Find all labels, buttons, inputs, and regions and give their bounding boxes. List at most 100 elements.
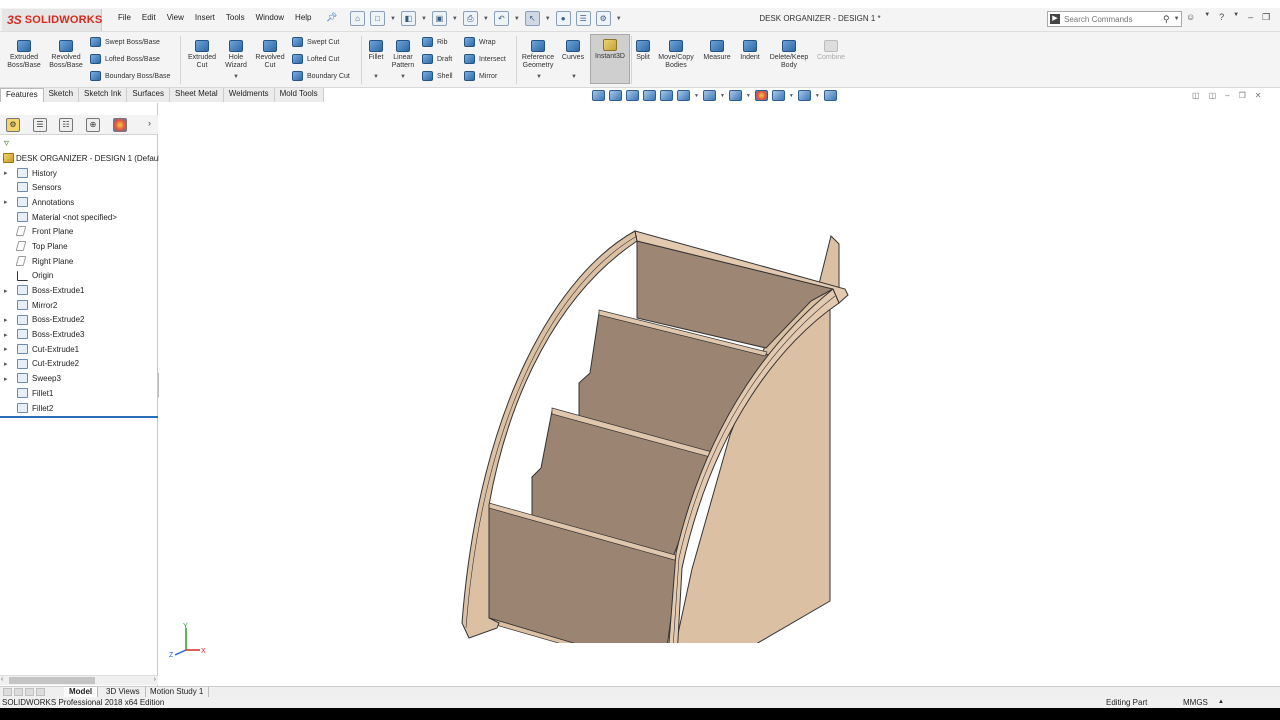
curves-button[interactable]: Curves bbox=[560, 36, 586, 62]
menu-view[interactable]: View bbox=[167, 13, 184, 22]
open-dropdown-icon[interactable]: ▼ bbox=[421, 16, 427, 22]
tab-model[interactable]: Model bbox=[64, 687, 99, 697]
edit-appearance-icon[interactable] bbox=[754, 90, 768, 101]
open-folder-icon[interactable]: ◧ bbox=[400, 11, 416, 26]
viewport-split-icon[interactable]: ◫ bbox=[1209, 91, 1217, 100]
save-icon[interactable]: ▣ bbox=[431, 11, 447, 26]
boundary-boss-button[interactable]: Boundary Boss/Base bbox=[90, 71, 170, 81]
tree-root-part[interactable]: DESK ORGANIZER - DESIGN 1 (Default< bbox=[0, 151, 167, 166]
file-properties-icon[interactable]: ☰ bbox=[575, 11, 591, 26]
section-view-icon[interactable] bbox=[643, 90, 656, 101]
home-icon[interactable]: ⌂ bbox=[350, 11, 365, 26]
save-dropdown-icon[interactable]: ▼ bbox=[452, 16, 458, 22]
previous-view-icon[interactable] bbox=[626, 90, 639, 101]
lofted-cut-button[interactable]: Lofted Cut bbox=[292, 54, 339, 64]
apply-scene-icon[interactable] bbox=[771, 90, 785, 101]
linear-pattern-button[interactable]: Linear Pattern bbox=[388, 36, 418, 70]
viewport-minimize-icon[interactable]: – bbox=[1225, 91, 1229, 100]
options-gear-icon[interactable]: ⚙ bbox=[595, 11, 611, 26]
shell-button[interactable]: Shell bbox=[422, 71, 453, 81]
tree-item-cut-extrude1[interactable]: ▸ Cut-Extrude1 bbox=[0, 342, 158, 357]
realview-icon[interactable] bbox=[823, 90, 837, 101]
tab-surfaces[interactable]: Surfaces bbox=[127, 88, 170, 102]
print-dropdown-icon[interactable]: ▼ bbox=[483, 16, 489, 22]
apply-scene-dropdown-icon[interactable]: ▼ bbox=[789, 93, 794, 99]
expand-arrow-icon[interactable]: ▸ bbox=[4, 169, 8, 177]
swept-boss-button[interactable]: Swept Boss/Base bbox=[90, 37, 160, 47]
first-tab-icon[interactable] bbox=[3, 688, 12, 696]
rollback-bar[interactable] bbox=[0, 416, 158, 418]
reference-geometry-button[interactable]: Reference Geometry bbox=[519, 36, 557, 70]
split-button[interactable]: Split bbox=[633, 36, 653, 62]
feature-manager-tab-icon[interactable]: ⚙ bbox=[6, 118, 20, 132]
rib-button[interactable]: Rib bbox=[422, 37, 448, 47]
dynamic-annotation-icon[interactable] bbox=[660, 90, 673, 101]
undo-dropdown-icon[interactable]: ▼ bbox=[514, 16, 520, 22]
view-settings-dropdown-icon[interactable]: ▼ bbox=[815, 93, 820, 99]
reference-geometry-dropdown-icon[interactable]: ▼ bbox=[536, 74, 542, 80]
display-style-dropdown-icon[interactable]: ▼ bbox=[720, 93, 725, 99]
next-tab-icon[interactable] bbox=[25, 688, 34, 696]
tree-item-cut-extrude2[interactable]: ▸ Cut-Extrude2 bbox=[0, 357, 158, 372]
display-style-icon[interactable] bbox=[702, 90, 716, 101]
graphics-area[interactable] bbox=[159, 103, 1280, 686]
menu-help[interactable]: Help bbox=[295, 13, 311, 22]
pattern-dropdown-icon[interactable]: ▼ bbox=[400, 74, 406, 80]
tree-item-top-plane[interactable]: Top Plane bbox=[0, 239, 158, 254]
tab-weldments[interactable]: Weldments bbox=[223, 88, 275, 102]
intersect-button[interactable]: Intersect bbox=[464, 54, 506, 64]
new-document-icon[interactable]: □ bbox=[370, 11, 385, 26]
expand-arrow-icon[interactable]: ▸ bbox=[4, 331, 8, 339]
filter-icon[interactable]: ▿ bbox=[4, 138, 9, 149]
swept-cut-button[interactable]: Swept Cut bbox=[292, 37, 339, 47]
scroll-thumb[interactable] bbox=[9, 677, 95, 684]
expand-arrow-icon[interactable]: ▸ bbox=[4, 360, 8, 368]
hide-show-dropdown-icon[interactable]: ▼ bbox=[746, 93, 751, 99]
tree-item-mirror2[interactable]: Mirror2 bbox=[0, 298, 158, 313]
dimxpert-manager-tab-icon[interactable]: ⊕ bbox=[86, 118, 100, 132]
revolved-cut-button[interactable]: Revolved Cut bbox=[253, 36, 287, 70]
curves-dropdown-icon[interactable]: ▼ bbox=[571, 74, 577, 80]
revolved-boss-button[interactable]: Revolved Boss/Base bbox=[46, 36, 86, 70]
search-input[interactable] bbox=[1064, 14, 1159, 24]
help-dropdown-icon[interactable]: ▼ bbox=[1233, 12, 1239, 23]
expand-arrow-icon[interactable]: ▸ bbox=[4, 345, 8, 353]
view-orientation-dropdown-icon[interactable]: ▼ bbox=[694, 93, 699, 99]
tree-item-front-plane[interactable]: Front Plane bbox=[0, 224, 158, 239]
hole-wizard-button[interactable]: Hole Wizard bbox=[220, 36, 252, 70]
tree-item-annotations[interactable]: ▸ Annotations bbox=[0, 195, 158, 210]
tab-sketch[interactable]: Sketch bbox=[43, 88, 80, 102]
help-icon[interactable]: ? bbox=[1219, 12, 1224, 23]
fillet-button[interactable]: Fillet bbox=[364, 36, 388, 62]
feature-tree-scrollbar[interactable]: ‹ › bbox=[0, 675, 158, 685]
tree-item-sensors[interactable]: Sensors bbox=[0, 180, 158, 195]
lofted-boss-button[interactable]: Lofted Boss/Base bbox=[90, 54, 160, 64]
search-commands-box[interactable]: ▶ ⚲ ▼ bbox=[1047, 11, 1182, 27]
tree-item-material-not-specified[interactable]: Material <not specified> bbox=[0, 210, 158, 225]
tab-motion-study-1[interactable]: Motion Study 1 bbox=[145, 687, 210, 697]
print-icon[interactable]: ⎙ bbox=[462, 11, 478, 26]
tree-item-origin[interactable]: Origin bbox=[0, 269, 158, 284]
zoom-to-fit-icon[interactable] bbox=[592, 90, 605, 101]
viewport-tile-icon[interactable]: ◫ bbox=[1192, 91, 1200, 100]
hide-show-items-icon[interactable] bbox=[728, 90, 742, 101]
select-dropdown-icon[interactable]: ▼ bbox=[545, 16, 551, 22]
restore-icon[interactable]: ❐ bbox=[1262, 12, 1270, 23]
unit-system-dropdown-icon[interactable]: ▲ bbox=[1218, 697, 1224, 708]
tree-item-history[interactable]: ▸ History bbox=[0, 166, 158, 181]
viewport-close-icon[interactable]: ✕ bbox=[1255, 91, 1262, 100]
desk-organizer-model[interactable] bbox=[449, 163, 869, 643]
indent-button[interactable]: Indent bbox=[737, 36, 763, 62]
scroll-right-icon[interactable]: › bbox=[154, 676, 156, 683]
tree-item-boss-extrude1[interactable]: ▸ Boss-Extrude1 bbox=[0, 283, 158, 298]
last-tab-icon[interactable] bbox=[36, 688, 45, 696]
hole-wizard-dropdown-icon[interactable]: ▼ bbox=[233, 74, 239, 80]
user-icon[interactable]: ☺ bbox=[1186, 12, 1195, 23]
menu-insert[interactable]: Insert bbox=[195, 13, 215, 22]
solidworks-logo[interactable]: 3S SOLIDWORKS bbox=[2, 9, 102, 31]
extruded-cut-button[interactable]: Extruded Cut bbox=[185, 36, 219, 70]
tab-sheet-metal[interactable]: Sheet Metal bbox=[169, 88, 224, 102]
menu-file[interactable]: File bbox=[118, 13, 131, 22]
tree-item-fillet1[interactable]: Fillet1 bbox=[0, 386, 158, 401]
pin-menu-icon[interactable]: 📌︎ bbox=[326, 12, 337, 23]
